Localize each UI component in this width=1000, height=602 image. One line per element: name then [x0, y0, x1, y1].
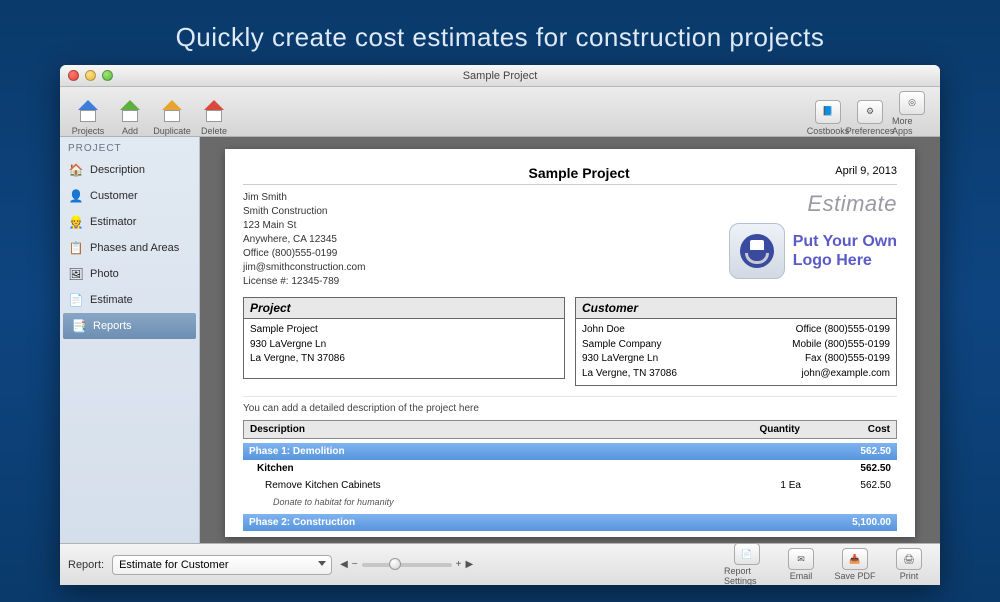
project-box: Project Sample Project 930 LaVergne Ln L… [243, 297, 565, 386]
sidebar-icon: 🏠 [68, 162, 84, 178]
printer-icon: 🖨 [896, 548, 922, 570]
table-row: Remove Kitchen Cabinets1 Ea562.50 [243, 477, 897, 494]
duplicate-button[interactable]: Duplicate [152, 90, 192, 136]
more-apps-button[interactable]: ◎ More Apps [892, 90, 932, 136]
sidebar-item-label: Estimator [90, 216, 136, 228]
save-pdf-button[interactable]: 📥 Save PDF [832, 548, 878, 581]
sidebar-item-estimate[interactable]: 📄 Estimate [60, 287, 199, 313]
sidebar-icon: 👤 [68, 188, 84, 204]
report-settings-button[interactable]: 📄 Report Settings [724, 543, 770, 585]
sidebar-item-phases-and-areas[interactable]: 📋 Phases and Areas [60, 235, 199, 261]
book-icon: 📘 [815, 100, 841, 124]
sidebar-item-label: Reports [93, 320, 132, 332]
table-row: Kitchen562.50 [243, 460, 897, 477]
sidebar-item-reports[interactable]: 📑 Reports [63, 313, 196, 339]
sidebar-item-label: Phases and Areas [90, 242, 179, 254]
document-pane: Sample Project April 9, 2013 Jim Smith S… [200, 137, 940, 543]
house-delete-icon [202, 102, 226, 122]
costbooks-button[interactable]: 📘 Costbooks [808, 90, 848, 136]
report-page: Sample Project April 9, 2013 Jim Smith S… [225, 149, 915, 537]
zoom-slider[interactable]: ◀ − + ▶ [340, 559, 473, 570]
house-icon [76, 102, 100, 122]
sidebar-icon: 🖼 [68, 266, 84, 282]
estimate-table: Description Quantity Cost Phase 1: Demol… [243, 420, 897, 531]
sidebar-item-label: Estimate [90, 294, 133, 306]
settings-doc-icon: 📄 [734, 543, 760, 565]
window-title: Sample Project [60, 70, 940, 82]
toolbar: Projects Add Duplicate Delete 📘 Costbook… [60, 87, 940, 137]
business-block: Jim Smith Smith Construction 123 Main St… [243, 191, 365, 289]
sidebar-item-estimator[interactable]: 👷 Estimator [60, 209, 199, 235]
report-select[interactable]: Estimate for Customer [112, 555, 332, 575]
house-add-icon [118, 102, 142, 122]
toolbar-label: Delete [201, 126, 227, 136]
toolbar-label: Costbooks [807, 126, 850, 136]
page-forward-icon[interactable]: ▶ [465, 559, 473, 570]
estimate-heading: Estimate [729, 191, 897, 217]
sidebar-item-label: Description [90, 164, 145, 176]
delete-button[interactable]: Delete [194, 90, 234, 136]
preferences-button[interactable]: ⚙ Preferences [850, 90, 890, 136]
bottom-toolbar: Report: Estimate for Customer ◀ − + ▶ 📄 … [60, 543, 940, 585]
toolbar-label: Preferences [846, 126, 895, 136]
sidebar-item-customer[interactable]: 👤 Customer [60, 183, 199, 209]
pdf-icon: 📥 [842, 548, 868, 570]
sidebar-icon: 📑 [71, 318, 87, 334]
sidebar-icon: 📋 [68, 240, 84, 256]
sidebar-item-label: Customer [90, 190, 138, 202]
sidebar-item-label: Photo [90, 268, 119, 280]
sidebar-item-description[interactable]: 🏠 Description [60, 157, 199, 183]
project-description: You can add a detailed description of th… [243, 396, 897, 414]
report-date: April 9, 2013 [835, 165, 897, 181]
table-row: Phase 2: Construction5,100.00 [243, 514, 897, 531]
customer-box: Customer John Doe Sample Company 930 LaV… [575, 297, 897, 386]
logo-placeholder-icon [729, 223, 785, 279]
zoom-out-icon[interactable]: − [352, 559, 358, 570]
page-title: Sample Project [323, 165, 835, 181]
sidebar-icon: 📄 [68, 292, 84, 308]
logo-placeholder-text: Put Your Own Logo Here [793, 232, 897, 270]
toolbar-label: More Apps [892, 116, 932, 136]
report-label: Report: [68, 559, 104, 571]
table-row: Phase 1: Demolition562.50 [243, 443, 897, 460]
house-duplicate-icon [160, 102, 184, 122]
marketing-headline: Quickly create cost estimates for constr… [0, 0, 1000, 65]
zoom-in-icon[interactable]: + [456, 559, 462, 570]
app-window: Sample Project Projects Add Duplicate De… [60, 65, 940, 585]
titlebar: Sample Project [60, 65, 940, 87]
print-button[interactable]: 🖨 Print [886, 548, 932, 581]
sidebar-section-header: PROJECT [60, 137, 199, 157]
sidebar: PROJECT 🏠 Description 👤 Customer 👷 Estimator 📋… [60, 137, 200, 543]
add-button[interactable]: Add [110, 90, 150, 136]
sidebar-item-photo[interactable]: 🖼 Photo [60, 261, 199, 287]
email-button[interactable]: ✉ Email [778, 548, 824, 581]
toolbar-label: Duplicate [153, 126, 191, 136]
gear-icon: ⚙ [857, 100, 883, 124]
toolbar-label: Projects [72, 126, 105, 136]
envelope-icon: ✉ [788, 548, 814, 570]
page-back-icon[interactable]: ◀ [340, 559, 348, 570]
sidebar-icon: 👷 [68, 214, 84, 230]
projects-button[interactable]: Projects [68, 90, 108, 136]
apps-icon: ◎ [899, 91, 925, 115]
table-row: Donate to habitat for humanity [243, 494, 897, 510]
toolbar-label: Add [122, 126, 138, 136]
